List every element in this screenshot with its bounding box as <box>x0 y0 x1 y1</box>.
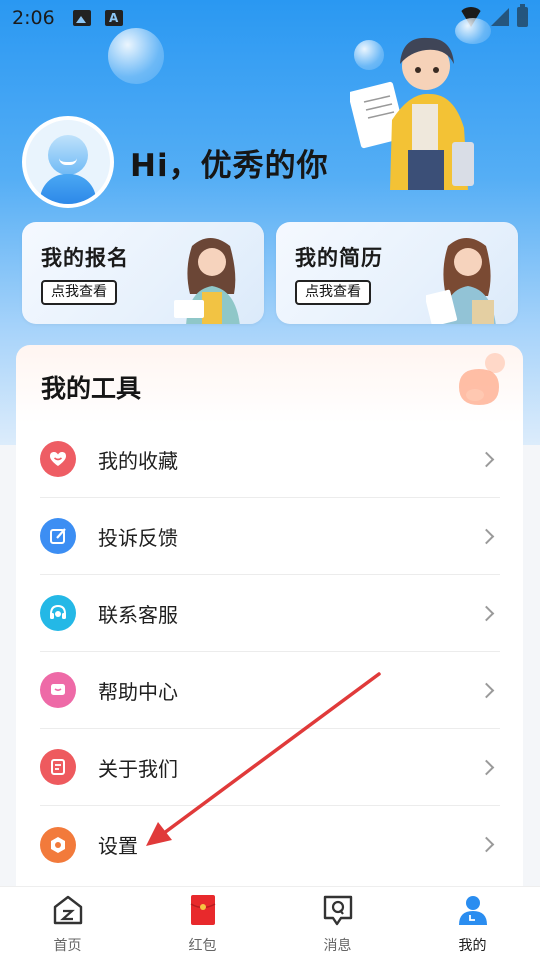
home-icon <box>53 895 82 925</box>
chevron-right-icon <box>478 528 495 544</box>
chevron-right-icon <box>478 682 495 698</box>
tab-mine[interactable]: 我的 <box>405 887 540 960</box>
chevron-right-icon <box>478 451 495 467</box>
edit-icon <box>40 518 76 554</box>
tool-item-label: 设置 <box>98 834 138 858</box>
tool-item-label: 联系客服 <box>98 602 178 627</box>
tool-item-label: 投诉反馈 <box>98 525 178 550</box>
settings-icon <box>40 826 76 863</box>
section-title: 我的工具 <box>41 374 142 403</box>
chevron-right-icon <box>478 605 495 621</box>
tab-messages[interactable]: 消息 <box>270 887 405 960</box>
money-bag-icon <box>459 353 505 405</box>
chevron-right-icon <box>478 836 495 853</box>
card-title: 我的简历 <box>295 246 383 270</box>
tab-label: 我的 <box>458 938 487 954</box>
heart-icon <box>40 441 76 477</box>
tab-label: 消息 <box>323 938 352 954</box>
tab-label: 红包 <box>188 938 217 954</box>
font-notification-icon: A <box>104 10 123 26</box>
profile-icon <box>458 896 487 925</box>
my-tools-panel: 我的工具 我的收藏 投诉反馈 联系客服 帮助中心 关于我们 设置 <box>16 345 523 905</box>
red-packet-icon <box>190 895 215 925</box>
image-notification-icon <box>72 10 91 26</box>
tab-red-packet[interactable]: 红包 <box>135 887 270 960</box>
tool-item-settings[interactable]: 设置 <box>40 806 500 883</box>
my-registration-card[interactable]: 我的报名 点我查看 <box>22 222 264 324</box>
tool-item-favorites[interactable]: 我的收藏 <box>40 421 500 498</box>
girl-illustration <box>426 238 496 324</box>
chevron-right-icon <box>478 759 495 775</box>
document-icon <box>40 749 76 785</box>
tool-item-help-center[interactable]: 帮助中心 <box>40 652 500 729</box>
card-title: 我的报名 <box>41 246 129 270</box>
tool-item-label: 我的收藏 <box>98 448 178 473</box>
greeting-text: Hi，优秀的你 <box>130 148 329 184</box>
message-icon <box>40 672 76 708</box>
girl-illustration <box>174 238 240 324</box>
battery-icon <box>517 4 528 27</box>
status-time: 2:06 <box>12 7 55 29</box>
signal-icon <box>491 8 509 26</box>
avatar[interactable] <box>22 116 114 208</box>
tool-item-about-us[interactable]: 关于我们 <box>40 729 500 806</box>
tab-home[interactable]: 首页 <box>0 887 135 960</box>
tool-item-feedback[interactable]: 投诉反馈 <box>40 498 500 575</box>
headset-icon <box>40 595 76 631</box>
view-registration-button[interactable]: 点我查看 <box>41 280 117 305</box>
tool-item-label: 关于我们 <box>98 756 178 781</box>
tab-label: 首页 <box>53 938 82 954</box>
tool-item-customer-service[interactable]: 联系客服 <box>40 575 500 652</box>
message-icon <box>323 895 352 926</box>
bottom-tab-bar: 首页 红包 消息 我的 <box>0 886 540 960</box>
mascot-illustration <box>350 37 474 190</box>
decor-coin-bubble <box>108 28 164 84</box>
view-resume-button[interactable]: 点我查看 <box>295 280 371 305</box>
my-resume-card[interactable]: 我的简历 点我查看 <box>276 222 518 324</box>
tool-item-label: 帮助中心 <box>98 679 178 704</box>
